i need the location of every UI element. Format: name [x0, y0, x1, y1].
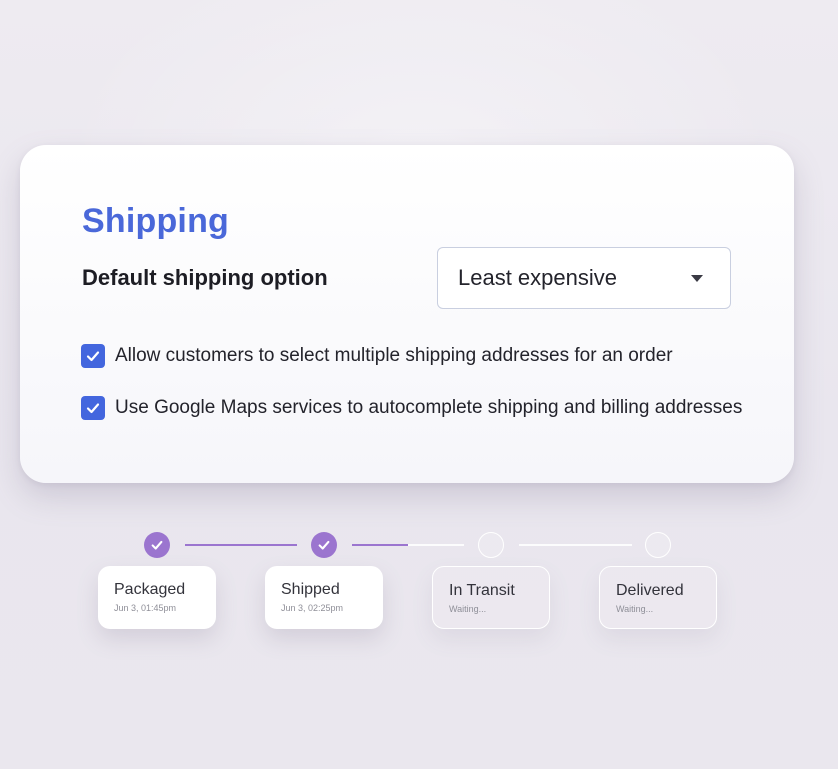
step-node-delivered [645, 532, 671, 558]
step-name: Shipped [281, 581, 340, 598]
step-card-in-transit: In Transit Waiting... [432, 566, 550, 629]
step-node-packaged [144, 532, 170, 558]
step-card-packaged: Packaged Jun 3, 01:45pm [98, 566, 216, 629]
step-timestamp: Jun 3, 01:45pm [114, 603, 177, 613]
step-status: Waiting... [616, 604, 654, 614]
step-card-shipped: Shipped Jun 3, 02:25pm [265, 566, 383, 629]
step-name: In Transit [449, 582, 515, 599]
progress-line-pending [408, 544, 464, 546]
checkmark-icon [151, 540, 163, 550]
step-node-shipped [311, 532, 337, 558]
step-name: Delivered [616, 582, 684, 599]
shipment-progress-tracker: Packaged Jun 3, 01:45pm Shipped Jun 3, 0… [0, 0, 838, 769]
progress-line-complete [185, 544, 297, 546]
checkmark-icon [318, 540, 330, 550]
step-timestamp: Jun 3, 02:25pm [281, 603, 344, 613]
step-node-in-transit [478, 532, 504, 558]
progress-line-pending [519, 544, 632, 546]
step-status: Waiting... [449, 604, 487, 614]
step-name: Packaged [114, 581, 186, 598]
step-card-delivered: Delivered Waiting... [599, 566, 717, 629]
progress-line-complete [352, 544, 408, 546]
